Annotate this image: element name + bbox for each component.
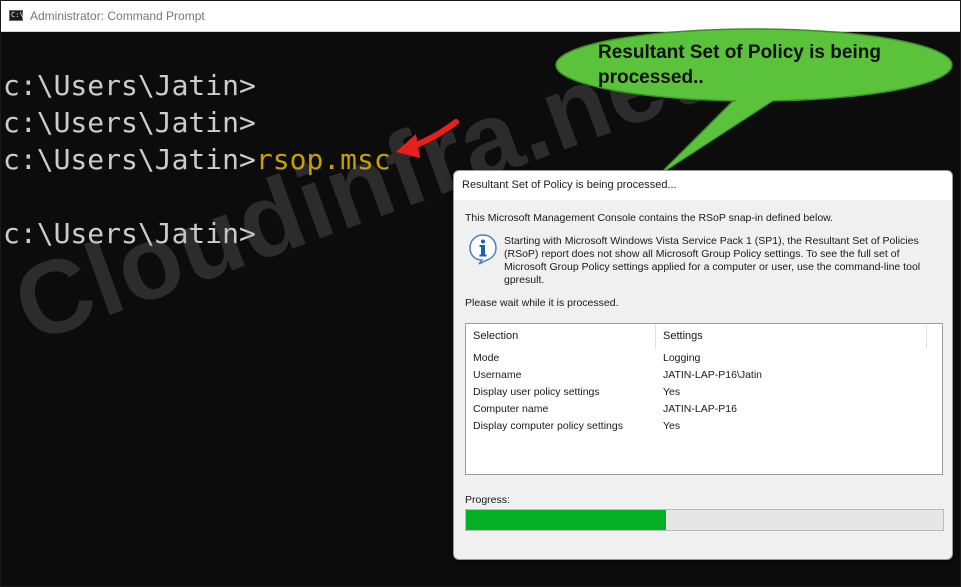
progress-bar-fill bbox=[466, 510, 666, 530]
row-setting: Logging bbox=[663, 352, 701, 364]
cmd-icon: C:\. bbox=[9, 10, 28, 21]
row-setting: JATIN-LAP-P16 bbox=[663, 403, 737, 415]
row-selection: Username bbox=[473, 369, 522, 381]
list-row[interactable]: Computer name JATIN-LAP-P16 bbox=[466, 403, 942, 420]
progress-label: Progress: bbox=[465, 494, 510, 506]
prompt: c:\Users\Jatin> bbox=[3, 106, 256, 139]
console-line: c:\Users\Jatin> bbox=[3, 70, 256, 102]
rsop-dialog: Resultant Set of Policy is being process… bbox=[453, 170, 953, 560]
dialog-intro: This Microsoft Management Console contai… bbox=[465, 212, 834, 224]
prompt: c:\Users\Jatin> bbox=[3, 143, 256, 176]
list-header: Selection Settings bbox=[466, 324, 942, 349]
window-title: Administrator: Command Prompt bbox=[30, 9, 205, 23]
callout-text: Resultant Set of Policy is being process… bbox=[598, 42, 881, 88]
info-icon bbox=[469, 234, 497, 265]
progress-bar bbox=[465, 509, 944, 531]
row-setting: JATIN-LAP-P16\Jatin bbox=[663, 369, 763, 381]
column-header-selection[interactable]: Selection bbox=[473, 330, 518, 342]
list-row[interactable]: Username JATIN-LAP-P16\Jatin bbox=[466, 369, 942, 386]
prompt: c:\Users\Jatin> bbox=[3, 69, 256, 102]
row-setting: Yes bbox=[663, 386, 681, 398]
column-header-settings[interactable]: Settings bbox=[663, 330, 703, 342]
row-selection: Computer name bbox=[473, 403, 549, 415]
row-selection: Display computer policy settings bbox=[473, 420, 623, 432]
dialog-note: Starting with Microsoft Windows Vista Se… bbox=[504, 235, 921, 286]
list-row[interactable]: Display user policy settings Yes bbox=[466, 386, 942, 403]
list-row[interactable]: Display computer policy settings Yes bbox=[466, 420, 942, 437]
cmd-icon-glyph: C:\. bbox=[11, 11, 28, 19]
red-arrow-icon bbox=[396, 119, 459, 158]
rsop-settings-list[interactable]: Selection Settings Mode Logging Username… bbox=[465, 323, 943, 475]
column-divider[interactable] bbox=[655, 324, 656, 349]
console-line: c:\Users\Jatin> bbox=[3, 107, 256, 139]
row-selection: Display user policy settings bbox=[473, 386, 600, 398]
row-selection: Mode bbox=[473, 352, 500, 364]
dialog-titlebar[interactable]: Resultant Set of Policy is being process… bbox=[454, 171, 952, 200]
row-setting: Yes bbox=[663, 420, 681, 432]
dialog-title: Resultant Set of Policy is being process… bbox=[462, 179, 677, 191]
column-divider[interactable] bbox=[926, 324, 927, 349]
list-row[interactable]: Mode Logging bbox=[466, 352, 942, 369]
dialog-wait-text: Please wait while it is processed. bbox=[465, 297, 619, 309]
